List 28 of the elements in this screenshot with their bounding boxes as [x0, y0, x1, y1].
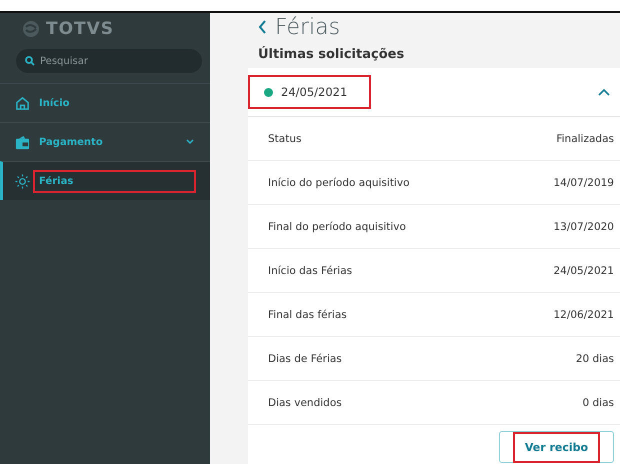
detail-value: Finalizadas: [556, 132, 614, 144]
detail-label: Dias de Férias: [268, 352, 342, 364]
detail-value: 12/06/2021: [553, 308, 614, 320]
detail-value: 20 dias: [576, 352, 614, 364]
wallet-icon: [15, 134, 30, 150]
sidebar-item[interactable]: Férias: [0, 161, 210, 200]
detail-label: Início das Férias: [268, 264, 352, 276]
view-receipt-button[interactable]: Ver recibo: [499, 431, 614, 463]
detail-value: 13/07/2020: [553, 220, 614, 232]
logo-icon: [22, 20, 40, 38]
detail-label: Final das férias: [268, 308, 347, 320]
home-icon: [15, 96, 30, 110]
back-icon[interactable]: [258, 20, 267, 34]
sun-icon: [15, 174, 30, 188]
section-title: Últimas solicitações: [257, 45, 406, 64]
detail-label: Dias vendidos: [268, 396, 342, 408]
detail-value: 14/07/2019: [553, 176, 614, 188]
detail-label: Início do período aquisitivo: [268, 176, 410, 188]
detail-label: Status: [268, 132, 302, 144]
chevron-up-icon[interactable]: [598, 88, 610, 96]
search-field[interactable]: Pesquisar: [16, 49, 202, 73]
logo-text: TOTVS: [46, 19, 114, 39]
detail-label: Final do período aquisitivo: [268, 220, 406, 232]
detail-value: 24/05/2021: [553, 264, 614, 276]
detail-value: 0 dias: [582, 396, 614, 408]
request-date: 24/05/2021: [281, 85, 348, 99]
page-title: Férias: [275, 14, 340, 40]
search-icon: [25, 56, 35, 66]
